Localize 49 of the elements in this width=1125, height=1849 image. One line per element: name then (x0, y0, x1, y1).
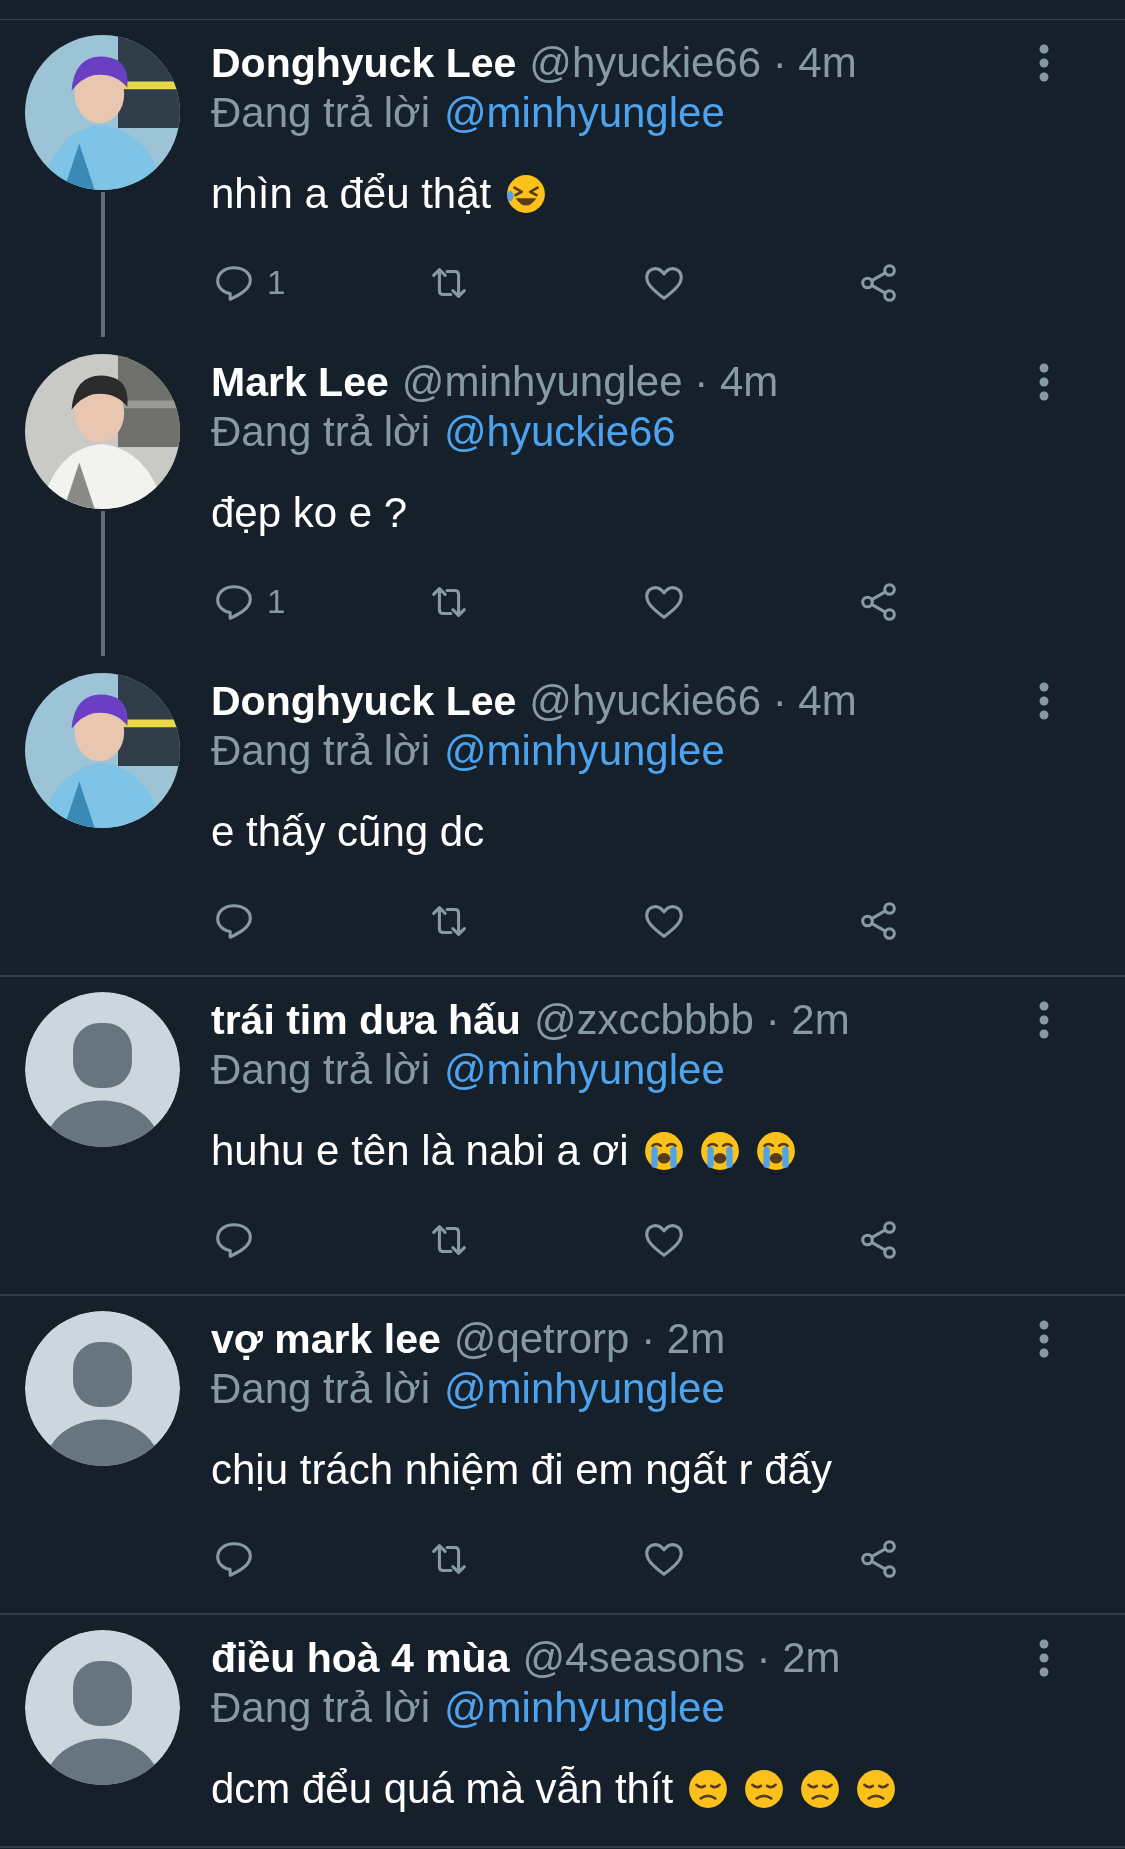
display-name: điều hoà 4 mùa (211, 1634, 510, 1682)
disappointed-emoji-icon (743, 1768, 786, 1810)
tweet-text: chịu trách nhiệm đi em ngất r đấy (211, 1446, 832, 1494)
display-name: trái tim dưa hấu (211, 996, 521, 1044)
crying-emoji-icon (754, 1130, 797, 1172)
crying-emoji-icon (642, 1130, 685, 1172)
reply-button[interactable]: 1 (211, 260, 286, 306)
handle-time: @hyuckie66 · 4m (529, 677, 858, 725)
more-icon[interactable] (1037, 1000, 1051, 1040)
mention-link[interactable]: @minhyunglee (443, 1365, 725, 1413)
tweet-text: huhu e tên là nabi a ơi (211, 1127, 629, 1175)
disappointed-emoji-icon (799, 1768, 842, 1810)
more-icon[interactable] (1037, 1319, 1051, 1359)
replying-to-label: Đang trả lời (211, 1684, 430, 1732)
mention-link[interactable]: @minhyunglee (443, 727, 725, 775)
default-avatar-icon (25, 992, 180, 1147)
handle-time: @hyuckie66 · 4m (529, 39, 858, 87)
handle-time: @zxccbbbb · 2m (533, 996, 851, 1044)
tweet-text: dcm đểu quá mà vẫn thít (211, 1765, 674, 1813)
crying-emoji-icon (698, 1130, 741, 1172)
reply-button[interactable]: 1 (211, 579, 286, 625)
handle-time: @qetrorp · 2m (453, 1315, 727, 1363)
mention-link[interactable]: @minhyunglee (443, 89, 725, 137)
default-avatar-icon (25, 1630, 180, 1785)
display-name: vợ mark lee (211, 1315, 441, 1363)
display-name: Donghyuck Lee (211, 677, 517, 725)
more-icon[interactable] (1037, 43, 1051, 83)
more-icon[interactable] (1037, 681, 1051, 721)
display-name: Donghyuck Lee (211, 39, 517, 87)
display-name: Mark Lee (211, 358, 389, 406)
tweet-text: nhìn a đểu thật (211, 170, 492, 218)
tweet-text: e thấy cũng dc (211, 808, 485, 856)
handle-time: @minhyunglee · 4m (401, 358, 780, 406)
more-icon[interactable] (1037, 1638, 1051, 1678)
replying-to-label: Đang trả lời (211, 1046, 430, 1094)
replying-to-label: Đang trả lời (211, 89, 430, 137)
mention-link[interactable]: @hyuckie66 (443, 408, 676, 456)
mention-link[interactable]: @minhyunglee (443, 1684, 725, 1732)
replying-to-label: Đang trả lời (211, 1365, 430, 1413)
handle-time: @4seasons · 2m (522, 1634, 842, 1682)
disappointed-emoji-icon (855, 1768, 898, 1810)
replying-to-label: Đang trả lời (211, 408, 430, 456)
mention-link[interactable]: @minhyunglee (443, 1046, 725, 1094)
more-icon[interactable] (1037, 362, 1051, 402)
tweet-text: đẹp ko e ? (211, 489, 408, 537)
rolling-laughing-emoji-icon (505, 173, 548, 215)
replying-to-label: Đang trả lời (211, 727, 430, 775)
disappointed-emoji-icon (687, 1768, 730, 1810)
default-avatar-icon (25, 1311, 180, 1466)
